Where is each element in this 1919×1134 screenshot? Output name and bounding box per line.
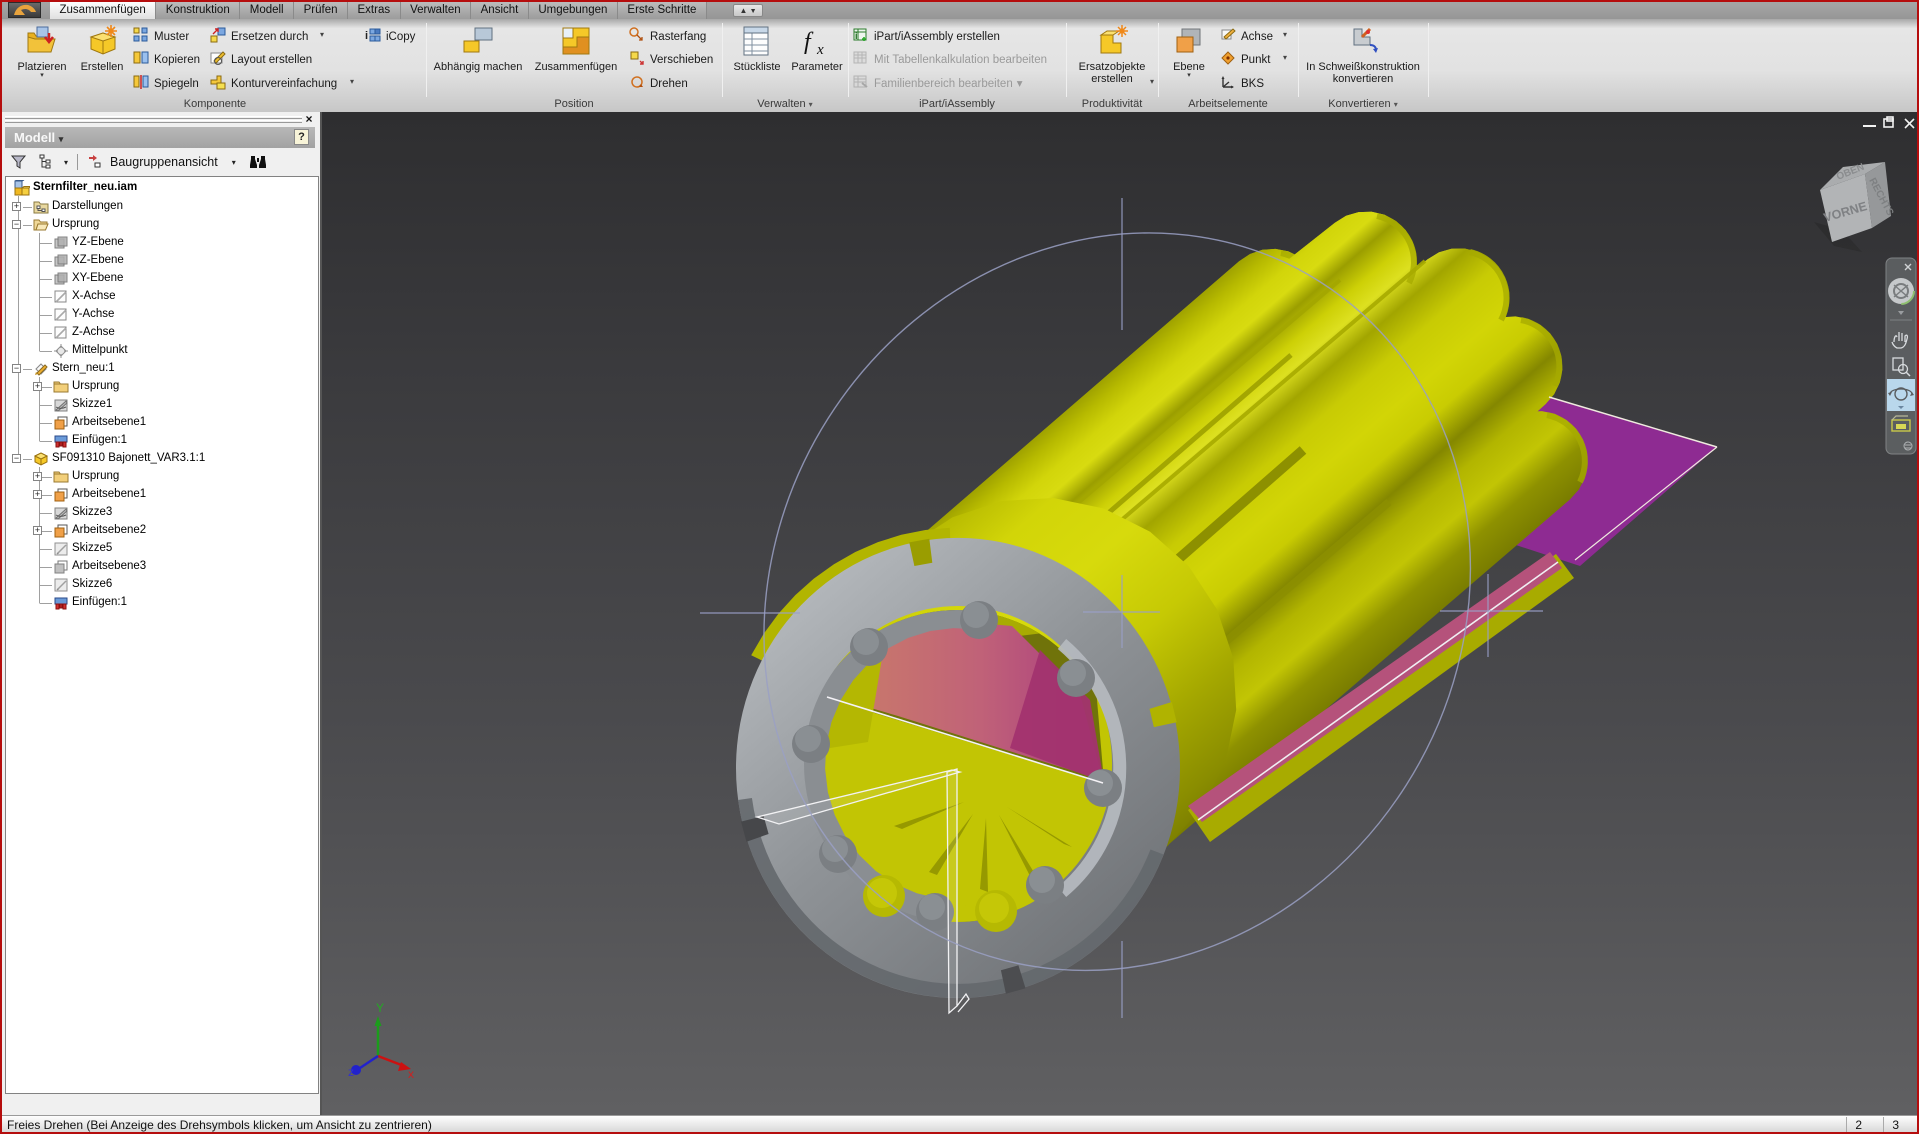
svg-text:f: f (804, 29, 814, 55)
svg-text:i: i (365, 30, 368, 42)
svg-text:i: i (855, 31, 858, 41)
svg-text:x: x (816, 42, 824, 57)
svg-text:z: z (348, 1065, 354, 1079)
svg-text:x: x (408, 1067, 414, 1081)
svg-text:Y: Y (376, 1001, 384, 1015)
